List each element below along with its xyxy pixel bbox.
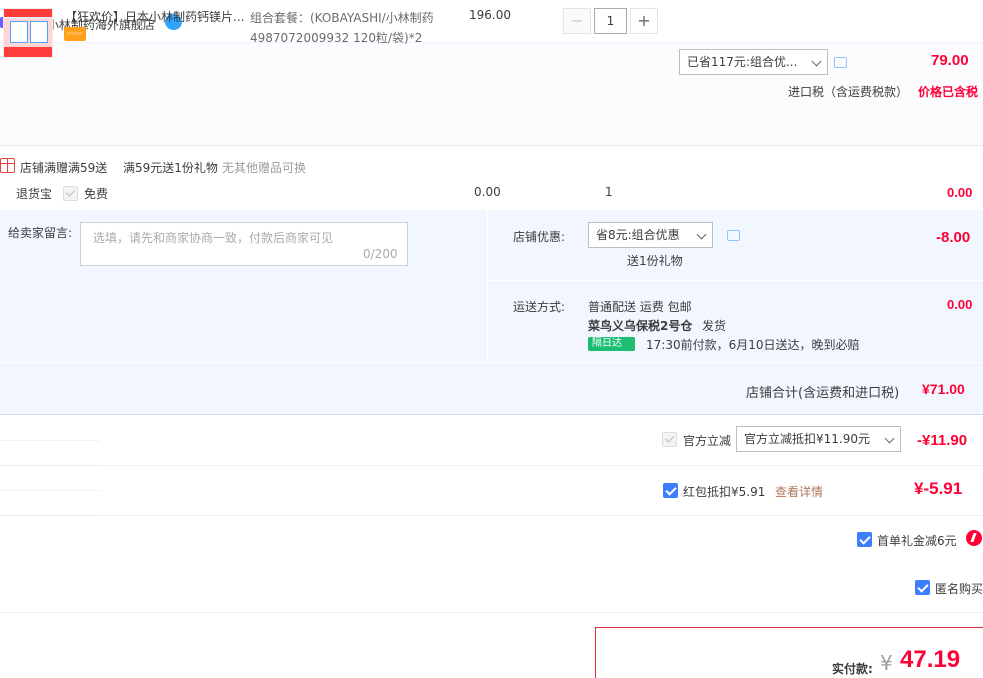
import-tax-value: 价格已含税 bbox=[918, 85, 979, 99]
shop-discount-value: 省8元:组合优惠 bbox=[596, 228, 680, 242]
product-title[interactable]: 【狂欢价】日本小林制药钙镁片... bbox=[65, 8, 245, 26]
product-sku: 组合套餐：(KOBAYASHI/小林制药 4987072009932 120粒/… bbox=[250, 11, 434, 45]
pay-label: 实付款: bbox=[832, 662, 873, 676]
official-discount-checkbox[interactable] bbox=[662, 432, 677, 447]
pay-amount: 47.19 bbox=[900, 646, 961, 673]
shop-discount-label: 店铺优惠: bbox=[513, 230, 566, 244]
increase-button[interactable]: + bbox=[630, 8, 658, 34]
chevron-down-icon bbox=[696, 229, 707, 240]
product-image[interactable] bbox=[3, 8, 53, 58]
item-discount-select[interactable]: 已省117元:组合优... bbox=[679, 49, 828, 75]
import-tax-label: 进口税（含运费税款） bbox=[788, 85, 909, 99]
shipping-method: 普通配送 运费 包邮 bbox=[588, 300, 692, 314]
pay-currency: ¥ bbox=[880, 651, 893, 675]
redpacket-amount: ¥-5.91 bbox=[914, 479, 963, 498]
gift-promo-note: 无其他赠品可换 bbox=[222, 161, 307, 175]
return-insurance-label: 退货宝 bbox=[16, 187, 53, 201]
lightning-icon bbox=[966, 530, 982, 546]
return-insurance-total: 0.00 bbox=[947, 185, 973, 200]
first-order-checkbox[interactable] bbox=[857, 532, 872, 547]
shop-discount-gift: 送1份礼物 bbox=[627, 254, 683, 268]
redpacket-label: 红包抵扣¥5.91 bbox=[683, 485, 766, 499]
unit-price: 196.00 bbox=[469, 8, 511, 22]
redpacket-checkbox[interactable] bbox=[663, 483, 678, 498]
next-day-badge: 隔日达 bbox=[588, 337, 635, 351]
return-insurance-checkbox[interactable] bbox=[63, 186, 78, 201]
comment-icon[interactable] bbox=[834, 57, 847, 68]
official-discount-select[interactable]: 官方立减抵扣¥11.90元 bbox=[736, 426, 901, 452]
return-insurance-free: 免费 bbox=[84, 187, 109, 201]
shop-total-value: ¥71.00 bbox=[922, 381, 965, 397]
return-insurance-price: 0.00 bbox=[474, 185, 501, 199]
gift-promo-rule: 满59元送1份礼物 bbox=[123, 161, 218, 175]
next-day-badge-text: 隔日达 bbox=[592, 338, 622, 349]
shop-total-label: 店铺合计(含运费和进口税) bbox=[746, 386, 900, 401]
seller-message-count: 0/200 bbox=[363, 247, 398, 261]
shipping-eta: 17:30前付款，6月10日送达，晚到必赔 bbox=[646, 338, 860, 352]
seller-message-label: 给卖家留言: bbox=[8, 226, 73, 240]
item-total: 79.00 bbox=[931, 52, 969, 69]
shipping-ship-note: 发货 bbox=[702, 319, 727, 333]
anonymous-checkbox[interactable] bbox=[915, 580, 930, 595]
quantity-input[interactable]: 1 bbox=[594, 8, 627, 34]
decrease-button[interactable]: − bbox=[563, 8, 591, 34]
official-discount-amount: -¥11.90 bbox=[917, 432, 968, 449]
quantity-stepper: − 1 + bbox=[563, 8, 659, 34]
official-discount-value: 官方立减抵扣¥11.90元 bbox=[744, 432, 870, 446]
gift-icon bbox=[0, 158, 15, 173]
anonymous-label: 匿名购买 bbox=[935, 582, 983, 596]
chevron-down-icon bbox=[884, 433, 895, 444]
seller-message-placeholder: 选填，请先和商家协商一致，付款后商家可见 bbox=[93, 231, 334, 245]
chevron-down-icon bbox=[811, 56, 822, 67]
shipping-label: 运送方式: bbox=[513, 300, 566, 314]
shipping-fee: 0.00 bbox=[947, 297, 973, 312]
gift-promo-label: 店铺满赠满59送 bbox=[20, 161, 108, 175]
shop-discount-select[interactable]: 省8元:组合优惠 bbox=[588, 222, 713, 248]
item-discount-value: 已省117元:组合优... bbox=[687, 55, 798, 69]
comment-icon[interactable] bbox=[727, 230, 740, 241]
redpacket-details-link[interactable]: 查看详情 bbox=[775, 483, 823, 500]
return-insurance-qty: 1 bbox=[605, 185, 613, 199]
official-discount-label: 官方立减 bbox=[683, 434, 732, 448]
shipping-warehouse: 菜鸟义乌保税2号仓 bbox=[588, 319, 693, 333]
shop-discount-amount: -8.00 bbox=[936, 229, 971, 246]
credit-card-icon bbox=[64, 27, 86, 41]
first-order-label: 首单礼金减6元 bbox=[877, 534, 957, 548]
